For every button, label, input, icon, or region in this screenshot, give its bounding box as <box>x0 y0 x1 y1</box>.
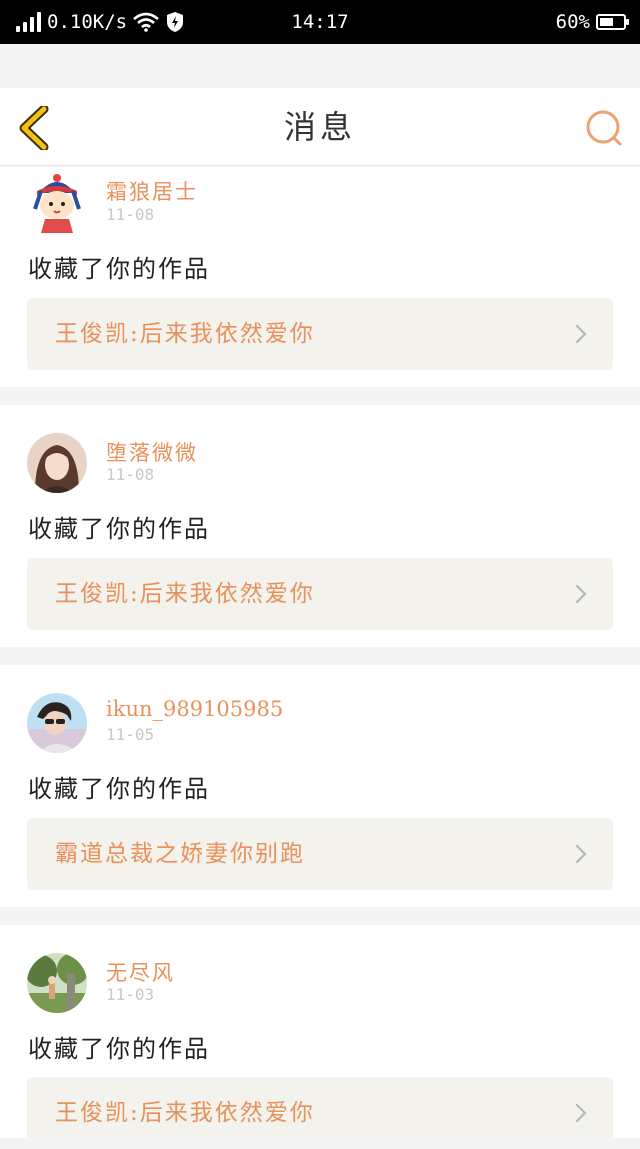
chevron-left-icon <box>19 104 49 152</box>
work-title: 王俊凯:后来我依然爱你 <box>55 1100 315 1126</box>
back-button[interactable] <box>16 104 52 152</box>
message-date: 11-05 <box>106 725 155 744</box>
search-button[interactable] <box>584 108 624 148</box>
status-right: 60% <box>555 8 629 36</box>
cartoon-avatar-icon <box>33 174 81 233</box>
username[interactable]: 无尽风 <box>106 957 175 987</box>
photo-avatar-icon <box>27 693 87 753</box>
message-action: 收藏了你的作品 <box>28 1035 210 1063</box>
message-card: 堕落微微 11-08 收藏了你的作品 王俊凯:后来我依然爱你 <box>0 405 640 647</box>
work-link[interactable]: 王俊凯:后来我依然爱你 <box>27 558 613 630</box>
search-icon <box>586 110 622 146</box>
work-link[interactable]: 王俊凯:后来我依然爱你 <box>27 298 613 370</box>
work-title: 王俊凯:后来我依然爱你 <box>55 321 315 347</box>
message-card: 无尽风 11-03 收藏了你的作品 王俊凯:后来我依然爱你 <box>0 925 640 1138</box>
work-link[interactable]: 王俊凯:后来我依然爱你 <box>27 1077 613 1138</box>
work-link[interactable]: 霸道总裁之娇妻你别跑 <box>27 818 613 890</box>
photo-avatar-icon <box>27 433 87 493</box>
message-card: 霜狼居士 11-08 收藏了你的作品 王俊凯:后来我依然爱你 <box>0 167 640 387</box>
battery-level <box>600 18 613 26</box>
status-bar: 0.10K/s 14:17 60% <box>0 0 640 44</box>
chevron-right-icon <box>575 584 587 604</box>
message-action: 收藏了你的作品 <box>28 515 210 543</box>
message-date: 11-08 <box>106 465 155 484</box>
work-title: 王俊凯:后来我依然爱你 <box>55 581 315 607</box>
app-header: 消息 <box>0 88 640 166</box>
message-action: 收藏了你的作品 <box>28 775 210 803</box>
username[interactable]: 堕落微微 <box>106 437 198 467</box>
message-action: 收藏了你的作品 <box>28 255 210 283</box>
chevron-right-icon <box>575 1103 587 1123</box>
page-title: 消息 <box>283 108 356 146</box>
message-date: 11-03 <box>106 985 155 1004</box>
avatar[interactable] <box>27 953 87 1013</box>
message-date: 11-08 <box>106 205 155 224</box>
battery-icon <box>596 14 629 30</box>
avatar[interactable] <box>27 169 87 233</box>
clock: 14:17 <box>291 11 349 33</box>
username[interactable]: 霜狼居士 <box>106 176 198 206</box>
work-title: 霸道总裁之娇妻你别跑 <box>55 841 305 867</box>
photo-avatar-icon <box>27 953 87 1013</box>
chevron-right-icon <box>575 324 587 344</box>
chevron-right-icon <box>575 844 587 864</box>
battery-percent: 60% <box>555 11 590 33</box>
avatar[interactable] <box>27 433 87 493</box>
username[interactable]: ikun_989105985 <box>106 697 283 721</box>
message-card: ikun_989105985 11-05 收藏了你的作品 霸道总裁之娇妻你别跑 <box>0 665 640 907</box>
avatar[interactable] <box>27 693 87 753</box>
